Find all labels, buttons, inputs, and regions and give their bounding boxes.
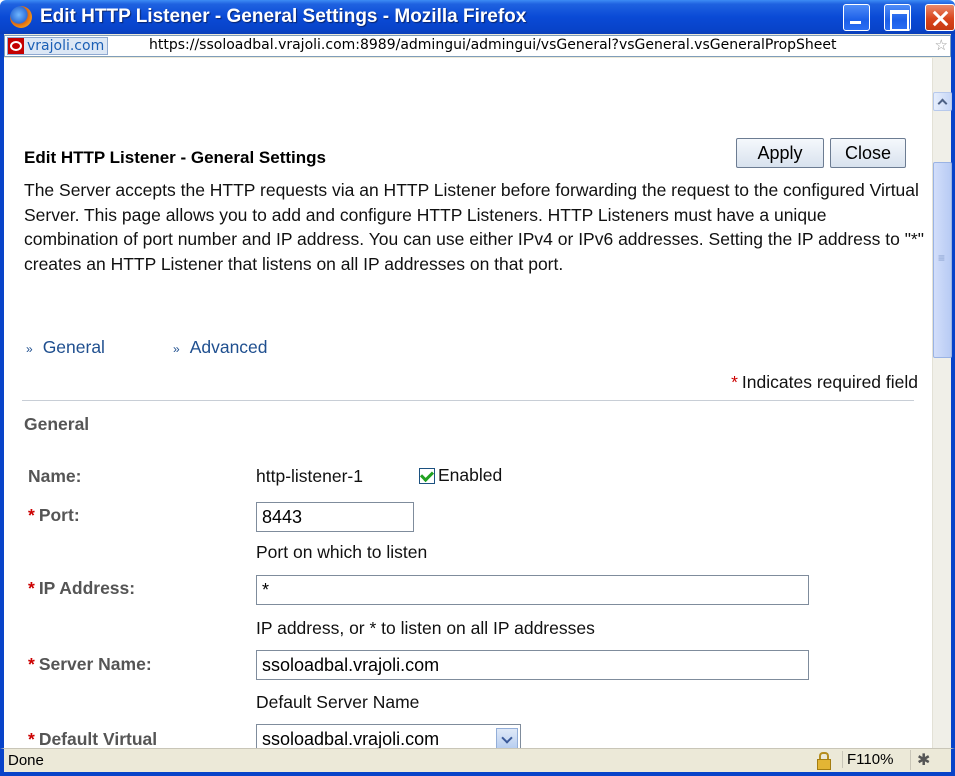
status-text: Done xyxy=(8,752,44,769)
url-bar: vrajoli.com https://ssoloadbal.vrajoli.c… xyxy=(0,34,955,58)
jump-link-general[interactable]: » General xyxy=(26,337,105,358)
default-virtual-server-select[interactable]: ssoloadbal.vrajoli.com xyxy=(256,724,521,748)
maximize-button[interactable] xyxy=(884,4,911,31)
ip-address-label-text: IP Address: xyxy=(38,578,136,598)
port-help: Port on which to listen xyxy=(256,542,428,562)
window-titlebar[interactable]: Edit HTTP Listener - General Settings - … xyxy=(0,0,955,34)
server-name-input[interactable]: ssoloadbal.vrajoli.com xyxy=(256,650,809,680)
window-frame-right xyxy=(951,58,955,748)
minimize-button[interactable] xyxy=(843,4,870,31)
apply-button[interactable]: Apply xyxy=(736,138,824,168)
name-label: Name: xyxy=(28,466,82,487)
site-identity-badge[interactable]: vrajoli.com xyxy=(7,37,109,55)
chevron-down-icon: » xyxy=(173,342,180,356)
page-description: The Server accepts the HTTP requests via… xyxy=(24,180,924,274)
scroll-thumb[interactable] xyxy=(933,162,952,358)
site-name: vrajoli.com xyxy=(27,38,105,54)
status-bar: Done F110% ✱ xyxy=(0,748,955,776)
required-star: * xyxy=(28,654,35,674)
padlock-icon[interactable] xyxy=(816,752,831,770)
window-close-button[interactable] xyxy=(925,4,955,31)
port-label: * Port: xyxy=(28,505,80,526)
ip-address-input[interactable]: * xyxy=(256,575,809,605)
url-field[interactable]: vrajoli.com https://ssoloadbal.vrajoli.c… xyxy=(4,35,951,57)
required-star: * xyxy=(28,505,35,525)
close-button[interactable]: Close xyxy=(830,138,906,168)
scroll-up-button[interactable] xyxy=(933,92,952,111)
port-input[interactable]: 8443 xyxy=(256,502,414,532)
page-title: Edit HTTP Listener - General Settings xyxy=(24,148,326,167)
default-virtual-label-text: Default Virtual xyxy=(38,729,158,748)
section-title: General xyxy=(24,414,90,434)
required-note-text: Indicates required field xyxy=(741,372,918,392)
page-content: Edit HTTP Listener - General Settings Ap… xyxy=(4,58,932,748)
port-label-text: Port: xyxy=(38,505,80,525)
window-title: Edit HTTP Listener - General Settings - … xyxy=(40,6,527,27)
default-virtual-server-label: * Default Virtual xyxy=(28,729,157,748)
name-label-text: Name: xyxy=(28,466,82,486)
server-name-label-text: Server Name: xyxy=(38,654,152,674)
required-field-note: * Indicates required field xyxy=(731,372,918,393)
required-star: * xyxy=(28,729,35,748)
default-virtual-server-value: ssoloadbal.vrajoli.com xyxy=(262,729,440,748)
ip-address-help: IP address, or * to listen on all IP add… xyxy=(256,618,595,638)
dropdown-arrow-icon[interactable] xyxy=(496,728,518,748)
url-text[interactable]: https://ssoloadbal.vrajoli.com:8989/admi… xyxy=(149,37,837,53)
zoom-level[interactable]: F110% xyxy=(842,751,893,768)
jump-link-general-label: General xyxy=(42,337,105,357)
ip-address-label: * IP Address: xyxy=(28,578,135,599)
server-name-label: * Server Name: xyxy=(28,654,152,675)
enabled-checkbox[interactable] xyxy=(419,468,435,484)
addon-bug-icon[interactable]: ✱ xyxy=(910,750,930,770)
enabled-label[interactable]: Enabled xyxy=(438,465,502,486)
name-value: http-listener-1 xyxy=(256,466,363,486)
oracle-logo-icon xyxy=(8,38,24,54)
firefox-icon xyxy=(10,6,32,28)
server-name-help: Default Server Name xyxy=(256,692,420,712)
bookmark-star-icon[interactable]: ☆ xyxy=(935,36,948,54)
chevron-down-icon: » xyxy=(26,342,33,356)
section-divider xyxy=(22,400,914,401)
required-star: * xyxy=(28,578,35,598)
required-star: * xyxy=(731,372,738,392)
vertical-scrollbar[interactable] xyxy=(932,58,952,767)
jump-link-advanced[interactable]: » Advanced xyxy=(173,337,268,358)
jump-link-advanced-label: Advanced xyxy=(189,337,268,357)
